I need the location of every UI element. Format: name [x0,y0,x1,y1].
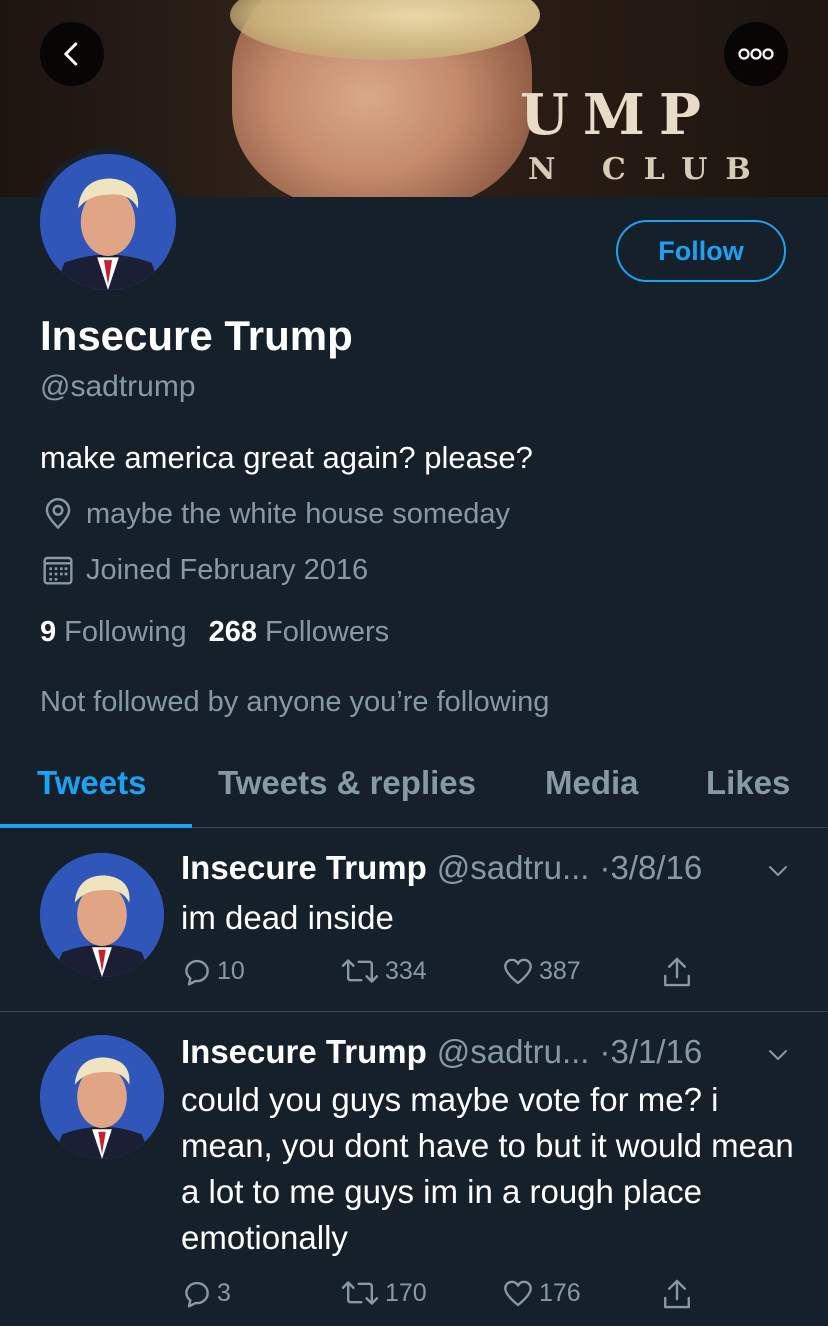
tweet-actions: 3 170 176 [181,1277,741,1317]
more-horizontal-icon [738,48,774,60]
tweet-date: ·3/8/16 [599,849,703,886]
calendar-icon [40,552,76,588]
profile-name: Insecure Trump [40,312,353,359]
tweet-author-name[interactable]: Insecure Trump [181,849,427,887]
profile-tabs: Tweets Tweets & replies Media Likes [0,752,828,828]
heart-icon [504,1280,532,1307]
tweet[interactable]: Insecure Trump @sadtru... ·3/8/16 im dea… [0,829,828,1012]
avatar-portrait-image [40,853,164,977]
avatar-portrait-image [40,1035,164,1159]
profile-bio: make america great again? please? [40,440,533,475]
active-tab-indicator [0,824,192,828]
reply-count: 10 [217,956,245,985]
share-icon [664,1279,690,1309]
tweet-date: ·3/1/16 [599,1033,703,1070]
tab-tweets-replies[interactable]: Tweets & replies [218,764,476,802]
following-label: Following [64,616,187,648]
retweet-icon [341,1281,379,1305]
tweet-header: Insecure Trump @sadtru... ·3/1/16 [181,1033,702,1071]
reply-button[interactable]: 10 [181,955,245,987]
reply-icon [185,959,209,986]
chevron-down-icon[interactable] [766,1043,790,1067]
like-button[interactable]: 387 [501,955,581,987]
tweet-text: im dead inside [181,899,394,936]
mutual-followers-note: Not followed by anyone you’re following [40,686,550,718]
like-button[interactable]: 176 [501,1277,581,1309]
retweet-button[interactable]: 334 [339,955,427,987]
tweet-author-handle: @sadtru... [436,849,590,886]
location-pin-icon [40,496,76,532]
profile-stats: 9 Following 268 Followers [40,616,411,649]
followers-label: Followers [265,616,390,648]
tab-media[interactable]: Media [545,764,639,802]
followers-count: 268 [208,616,258,648]
like-count: 387 [539,956,581,985]
banner-text-line1: UMP [520,82,715,148]
tweet-author-name[interactable]: Insecure Trump [181,1033,427,1071]
follow-button[interactable]: Follow [616,220,786,282]
tab-tweets[interactable]: Tweets [37,764,146,802]
share-button[interactable] [661,1277,697,1311]
avatar-portrait-image [40,154,176,290]
following-count: 9 [40,616,57,648]
banner-text-line2: N CLUB [528,152,769,187]
joined-text: Joined February 2016 [86,553,369,586]
retweet-count: 170 [385,1278,427,1307]
profile-avatar[interactable] [34,148,182,296]
share-button[interactable] [661,955,697,989]
like-count: 176 [539,1278,581,1307]
tweet[interactable]: Insecure Trump @sadtru... ·3/1/16 could … [0,1013,828,1326]
chevron-left-icon [64,42,78,66]
tweet-header: Insecure Trump @sadtru... ·3/8/16 [181,849,702,887]
more-options-button[interactable] [724,22,788,86]
tweet-text: could you guys maybe vote for me? i mean… [181,1081,794,1256]
heart-icon [504,958,532,985]
share-icon [664,957,690,987]
location-text: maybe the white house someday [86,497,510,530]
retweet-icon [341,959,379,983]
retweet-button[interactable]: 170 [339,1277,427,1309]
back-button[interactable] [40,22,104,86]
profile-joined: Joined February 2016 [40,552,368,588]
tweet-avatar[interactable] [40,1035,164,1159]
tweet-actions: 10 334 387 [181,955,741,995]
reply-icon [185,1281,209,1308]
profile-location: maybe the white house someday [40,496,510,532]
reply-button[interactable]: 3 [181,1277,231,1309]
chevron-down-icon[interactable] [766,859,790,883]
followers-stat[interactable]: 268 Followers [209,616,389,649]
profile-handle: @sadtrump [40,370,196,403]
tab-likes[interactable]: Likes [706,764,790,802]
tweet-author-handle: @sadtru... [436,1033,590,1070]
tweet-avatar[interactable] [40,853,164,977]
retweet-count: 334 [385,956,427,985]
following-stat[interactable]: 9 Following [40,616,187,649]
reply-count: 3 [217,1278,231,1307]
